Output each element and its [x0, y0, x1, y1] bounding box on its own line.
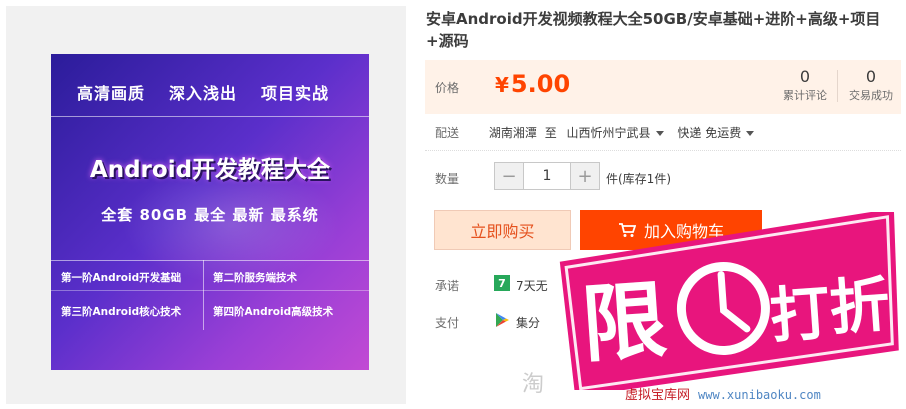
payment-text: 集分 — [516, 316, 541, 330]
reviews-count: 0 — [799, 67, 811, 86]
quantity-increase-button[interactable]: + — [571, 163, 599, 189]
sales-label: 交易成功 — [849, 89, 893, 102]
chevron-down-icon — [746, 131, 755, 136]
poster-tag: 高清画质 — [77, 84, 146, 103]
price-box: 价格 ¥5.00 0 累计评论 0 交易成功 — [425, 60, 901, 114]
shipping-method-select[interactable]: 快递 免运费 — [677, 126, 764, 140]
poster-stage: 第二阶服务端技术 — [213, 272, 297, 284]
poster-stage: 第四阶Android高级技术 — [213, 306, 334, 318]
reviews-stat[interactable]: 0 累计评论 — [771, 66, 839, 104]
payment-label: 支付 — [435, 316, 460, 330]
poster-divider — [51, 116, 369, 117]
poster-stage: 第一阶Android开发基础 — [61, 272, 182, 284]
limited-discount-badge: 限 打 折 — [559, 212, 899, 390]
poster-tag: 深入浅出 — [169, 84, 238, 103]
price-label: 价格 — [435, 81, 460, 95]
poster-stage: 第三阶Android核心技术 — [61, 306, 182, 318]
promise-label: 承诺 — [435, 279, 460, 293]
site-url: www.xunibaoku.com — [698, 388, 821, 402]
shipping-destination: 山西忻州宁武县 — [566, 126, 651, 140]
poster-tag: 项目实战 — [261, 84, 330, 103]
promo-char-1: 限 — [579, 271, 670, 375]
poster-divider — [51, 260, 369, 261]
poster-divider — [51, 290, 369, 291]
site-watermark: 虚拟宝库网 www.xunibaoku.com — [625, 384, 821, 403]
buy-now-button[interactable]: 立即购买 — [434, 210, 571, 250]
poster-divider — [203, 260, 204, 330]
section-divider — [425, 150, 901, 151]
currency-symbol: ¥ — [495, 73, 509, 97]
sales-count: 0 — [865, 67, 877, 86]
stock-info: 件(库存1件) — [606, 172, 671, 186]
quantity-input[interactable]: 1 — [523, 163, 571, 189]
product-main-image[interactable]: 高清画质 深入浅出 项目实战 Android开发教程大全 全套 80GB 最全 … — [51, 54, 369, 370]
poster-subtitle: 全套 80GB 最全 最新 最系统 — [101, 206, 319, 224]
shipping-destination-select[interactable]: 山西忻州宁武县 — [567, 126, 674, 140]
reviews-label: 累计评论 — [783, 89, 827, 102]
seven-day-return-icon: 7 — [494, 275, 510, 291]
shipping-method: 快递 免运费 — [677, 126, 742, 140]
shipping-row: 配送 湖南湘潭 至 山西忻州宁武县 快递 免运费 — [435, 124, 764, 141]
promo-char-3: 折 — [827, 270, 892, 344]
poster-title: Android开发教程大全 — [89, 157, 331, 183]
product-title: 安卓Android开发视频教程大全50GB/安卓基础+进阶+高级+项目+源码 — [426, 10, 881, 50]
product-image-gallery: 高清画质 深入浅出 项目实战 Android开发教程大全 全套 80GB 最全 … — [6, 6, 406, 404]
quantity-decrease-button[interactable]: − — [495, 163, 523, 189]
shipping-origin: 湖南湘潭 — [488, 126, 537, 140]
google-play-icon — [496, 313, 509, 327]
site-name: 虚拟宝库网 — [625, 388, 691, 403]
shipping-to: 至 — [544, 126, 557, 140]
chevron-down-icon — [655, 131, 664, 136]
shipping-label: 配送 — [435, 126, 460, 140]
quantity-label: 数量 — [435, 172, 460, 186]
sales-stat: 0 交易成功 — [837, 66, 905, 104]
price-value: ¥5.00 — [495, 70, 570, 98]
promo-char-2: 打 — [768, 278, 833, 352]
quantity-stepper: − 1 + — [494, 162, 600, 190]
watermark-text: 淘 — [522, 372, 545, 397]
promise-text[interactable]: 7天无 — [516, 277, 548, 294]
price-amount: 5.00 — [510, 70, 571, 98]
